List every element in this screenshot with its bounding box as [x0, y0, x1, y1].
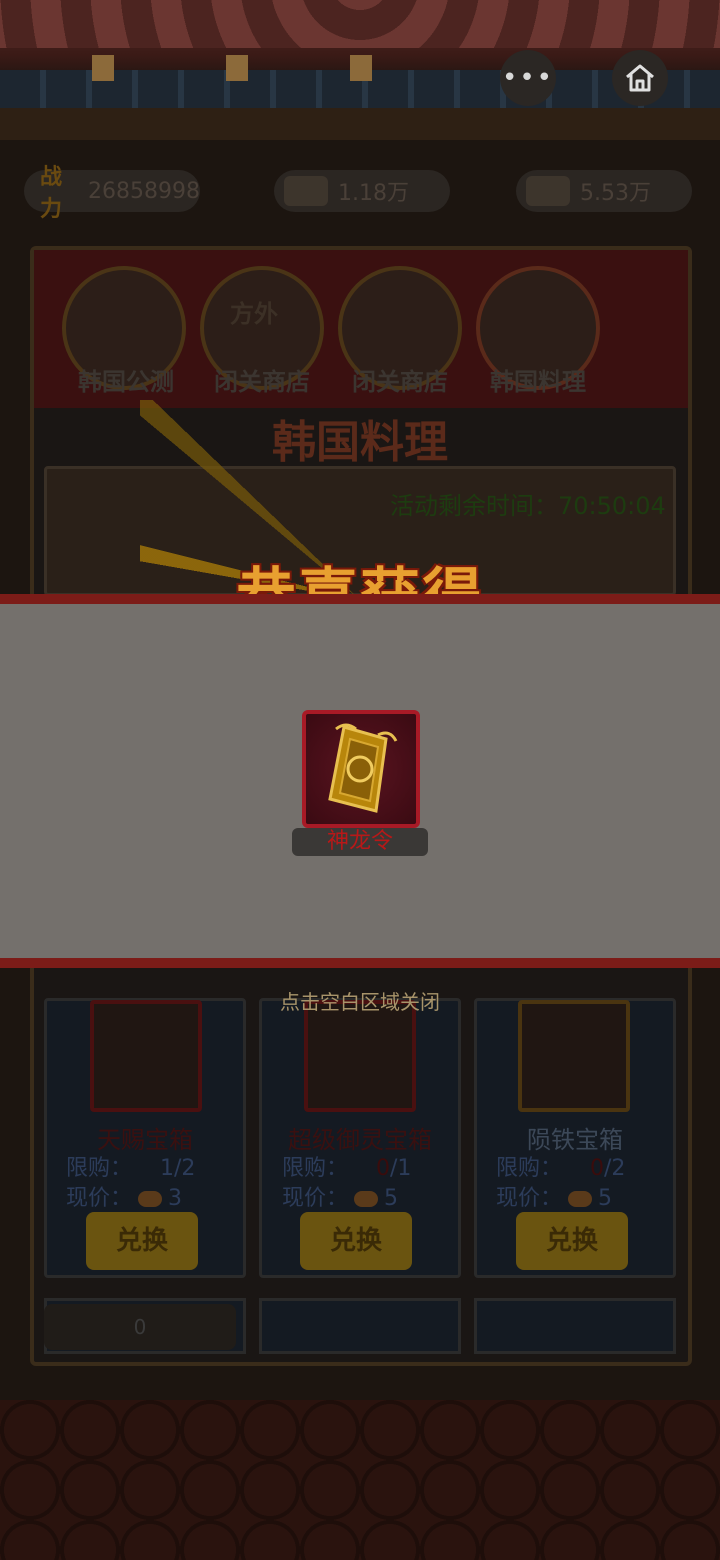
close-hint[interactable]: 点击空白区域关闭 [0, 986, 720, 1015]
meteor-chest-icon [518, 1000, 630, 1112]
lantern [350, 55, 372, 81]
tab-label: 韩国料理 [490, 367, 586, 396]
limit-total: /2 [174, 1156, 196, 1181]
limit-row: 限购： 0/1 [282, 1150, 411, 1182]
tab-label: 韩国公测 [78, 367, 174, 396]
silver-ingot-icon [526, 176, 570, 206]
price-row: 现价： 5 [282, 1180, 398, 1212]
shop-card [259, 1298, 461, 1354]
price-row: 现价： 5 [496, 1180, 612, 1212]
exchange-button[interactable]: 兑换 [300, 1212, 412, 1270]
tab-label: 闭关商店 [352, 367, 448, 396]
lantern [92, 55, 114, 81]
price-value: 5 [598, 1186, 613, 1211]
limit-used: 1 [160, 1156, 175, 1181]
limit-used: 0 [590, 1156, 605, 1181]
food-coin-icon [568, 1191, 593, 1207]
reward-item-name: 神龙令 [326, 829, 393, 854]
power-value: 26858998 [88, 178, 200, 204]
reward-item[interactable] [302, 710, 420, 828]
currency-balance: 0 [44, 1304, 236, 1350]
limit-used: 0 [376, 1156, 391, 1181]
tab-label: 闭关商店 [214, 367, 310, 396]
limit-label: 限购： [496, 1156, 563, 1181]
curtain [0, 0, 720, 48]
more-dots-icon: ••• [501, 63, 554, 93]
price-label: 现价： [282, 1186, 349, 1211]
food-coin-icon [354, 1191, 379, 1207]
gold-display: 1.18万 [274, 170, 450, 212]
home-button[interactable] [612, 50, 668, 106]
exchange-button[interactable]: 兑换 [86, 1212, 198, 1270]
price-label: 现价： [496, 1186, 563, 1211]
exchange-button[interactable]: 兑换 [516, 1212, 628, 1270]
price-value: 5 [384, 1186, 399, 1211]
shop-card [474, 1298, 676, 1354]
limit-total: /1 [390, 1156, 412, 1181]
floor-pattern [0, 1400, 720, 1560]
home-icon [626, 64, 654, 92]
limit-label: 限购： [66, 1156, 133, 1181]
silver-value: 5.53万 [580, 181, 651, 206]
food-coin-icon [138, 1191, 163, 1207]
limit-label: 限购： [282, 1156, 349, 1181]
limit-row: 限购： 1/2 [66, 1150, 195, 1182]
gold-ingot-icon [284, 176, 328, 206]
tab-badge: 方外 [230, 300, 278, 328]
price-row: 现价： 3 [66, 1180, 182, 1212]
gold-value: 1.18万 [338, 181, 409, 206]
price-label: 现价： [66, 1186, 133, 1211]
dragon-token-icon [328, 723, 398, 813]
more-button[interactable]: ••• [500, 50, 556, 106]
power-label: 战力 [40, 165, 63, 222]
power-display: 战力 26858998 [24, 165, 200, 222]
limit-row: 限购： 0/2 [496, 1150, 625, 1182]
lantern [226, 55, 248, 81]
price-value: 3 [168, 1186, 183, 1211]
super-spirit-chest-icon [304, 1000, 416, 1112]
silver-display: 5.53万 [516, 170, 692, 212]
wood-band [0, 108, 720, 142]
heaven-chest-icon [90, 1000, 202, 1112]
limit-total: /2 [604, 1156, 626, 1181]
